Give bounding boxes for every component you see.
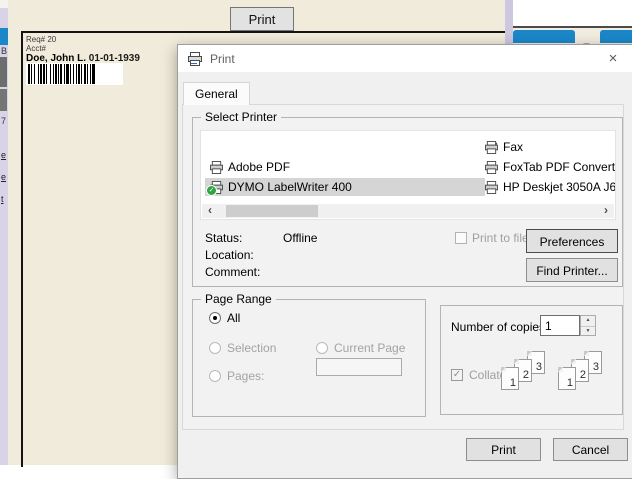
dialog-title: Print bbox=[210, 52, 235, 66]
printer-name[interactable]: DYMO LabelWriter 400 bbox=[228, 180, 352, 194]
status-label: Status: bbox=[205, 231, 242, 245]
number-of-copies-label: Number of copies: bbox=[451, 320, 548, 334]
sliver-gray-block bbox=[0, 57, 7, 87]
dialog-titlebar: Print × bbox=[178, 45, 632, 72]
edge-fragment: B bbox=[1, 46, 7, 56]
page-range-group: Page Range All Selection Current Page Pa… bbox=[192, 299, 426, 417]
printer-list-hscrollbar[interactable]: ‹ › bbox=[202, 204, 614, 218]
copies-count-input[interactable]: 1 bbox=[540, 315, 580, 336]
spin-down-icon[interactable]: ▼ bbox=[581, 327, 595, 337]
spin-up-icon[interactable]: ▲ bbox=[581, 316, 595, 327]
dialog-cancel-button[interactable]: Cancel bbox=[553, 438, 628, 461]
dialog-print-button[interactable]: Print bbox=[466, 438, 541, 461]
background-print-button[interactable]: Print bbox=[230, 7, 294, 31]
sliver-block bbox=[0, 0, 8, 8]
sliver-gray-block bbox=[0, 89, 7, 111]
radio-current-page-label: Current Page bbox=[334, 341, 405, 355]
radio-selection[interactable] bbox=[209, 342, 221, 354]
select-printer-group: Select Printer Fax bbox=[192, 117, 623, 287]
general-tab-page: Select Printer Fax bbox=[182, 104, 624, 430]
printer-icon-with-default-badge: ✓ bbox=[209, 181, 224, 194]
tab-mar[interactable] bbox=[600, 30, 632, 43]
close-icon[interactable]: × bbox=[604, 51, 622, 67]
req-number: Req# 20 bbox=[26, 35, 506, 44]
location-label: Location: bbox=[205, 248, 254, 262]
status-value: Offline bbox=[283, 231, 317, 245]
default-printer-check-icon: ✓ bbox=[206, 185, 217, 196]
left-window-sliver: B 7 e e t bbox=[0, 0, 8, 465]
select-printer-legend: Select Printer bbox=[201, 110, 281, 124]
radio-pages[interactable] bbox=[209, 370, 221, 382]
find-printer-button[interactable]: Find Printer... bbox=[526, 258, 618, 282]
radio-current-page[interactable] bbox=[316, 342, 328, 354]
scroll-left-icon[interactable]: ‹ bbox=[202, 204, 218, 218]
radio-pages-label: Pages: bbox=[227, 369, 264, 383]
collate-checkbox[interactable]: ✓ bbox=[451, 369, 463, 381]
scroll-right-icon[interactable]: › bbox=[598, 204, 614, 218]
printer-item-hp-deskjet[interactable]: HP Deskjet 3050A J6 bbox=[484, 178, 616, 196]
print-dialog: Print × General Select Printer bbox=[177, 44, 632, 479]
preferences-button[interactable]: Preferences bbox=[526, 229, 618, 253]
radio-all-label[interactable]: All bbox=[227, 311, 240, 325]
printer-item-foxtab[interactable]: FoxTab PDF Convert bbox=[484, 158, 615, 176]
edge-link-fragment: e bbox=[1, 172, 6, 182]
print-to-file-label: Print to file bbox=[472, 231, 529, 245]
printer-item-dymo-selected[interactable]: ✓ DYMO LabelWriter 400 bbox=[205, 178, 485, 196]
printer-name[interactable]: FoxTab PDF Convert bbox=[503, 160, 615, 174]
edge-link-fragment: e bbox=[1, 150, 6, 160]
copies-stepper[interactable]: ▲ ▼ bbox=[580, 315, 596, 336]
tab-encounters[interactable] bbox=[513, 30, 575, 43]
printer-list[interactable]: Fax Adobe PDF bbox=[200, 130, 616, 220]
print-to-file-checkbox[interactable] bbox=[455, 232, 467, 244]
printer-item-adobe-pdf[interactable]: Adobe PDF bbox=[209, 158, 290, 176]
pages-range-input[interactable] bbox=[316, 358, 402, 376]
collate-pages-icon: 3 2 1 bbox=[501, 351, 553, 401]
sliver-blue-block bbox=[0, 28, 8, 45]
printer-name[interactable]: Adobe PDF bbox=[228, 160, 290, 174]
printer-name[interactable]: HP Deskjet 3050A J6 bbox=[503, 180, 616, 194]
fax-icon bbox=[484, 141, 499, 154]
radio-selection-label: Selection bbox=[227, 341, 276, 355]
edge-link-fragment: t bbox=[1, 194, 4, 204]
printer-icon bbox=[484, 181, 499, 194]
printer-icon bbox=[209, 161, 224, 174]
printer-icon bbox=[484, 161, 499, 174]
collate-pages-icon: 3 2 1 bbox=[558, 351, 610, 401]
radio-all[interactable] bbox=[209, 312, 221, 324]
comment-label: Comment: bbox=[205, 265, 260, 279]
printer-icon bbox=[187, 52, 203, 66]
barcode-image bbox=[26, 63, 123, 85]
page-range-legend: Page Range bbox=[201, 292, 276, 306]
printer-item-fax[interactable]: Fax bbox=[484, 138, 523, 156]
copies-group: Number of copies: 1 ▲ ▼ ✓ Collate 3 2 1 … bbox=[440, 305, 623, 415]
scrollbar-thumb[interactable] bbox=[226, 205, 318, 217]
tab-general[interactable]: General bbox=[183, 82, 250, 105]
edge-fragment: 7 bbox=[1, 116, 6, 126]
printer-name[interactable]: Fax bbox=[503, 140, 523, 154]
